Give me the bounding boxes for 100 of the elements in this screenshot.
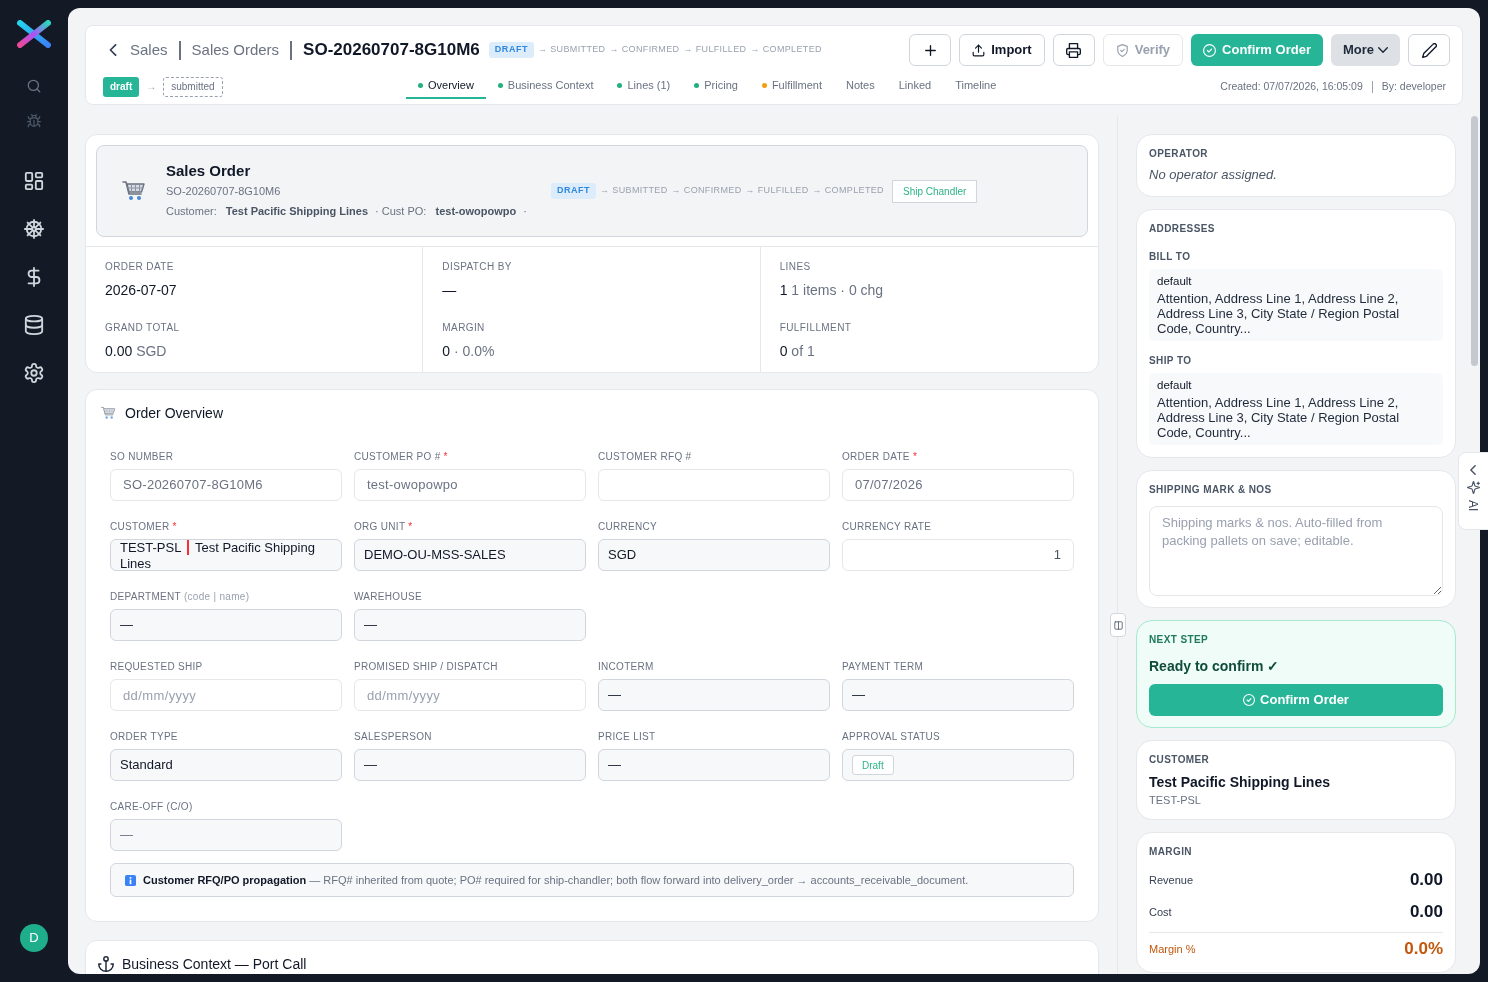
shopping-cart-icon (101, 406, 116, 420)
margin-label: Margin % (1149, 941, 1196, 957)
tab[interactable]: Timeline (943, 74, 1009, 99)
select-field[interactable]: — (110, 819, 342, 851)
dashboard-icon[interactable] (24, 171, 44, 191)
field-label: CUSTOMER PO # * (354, 451, 449, 463)
select-field[interactable]: — (598, 679, 830, 711)
field-label: ORDER TYPE (110, 731, 179, 743)
panel-icon (1113, 620, 1123, 630)
field-label: PAYMENT TERM (842, 661, 925, 673)
stat-label: MARGIN (442, 322, 486, 334)
category-tag: Ship Chandler (891, 179, 978, 203)
stage-chip[interactable]: submitted (163, 76, 223, 97)
check-circle-icon (1243, 694, 1256, 706)
operator-text: No operator assigned. (1149, 166, 1278, 184)
input-field[interactable] (598, 469, 830, 501)
status-step: → FULFILLED (683, 43, 747, 57)
field-label: ORDER DATE * (842, 451, 919, 463)
margin-value: 0.00 (1409, 901, 1443, 924)
field-label: CUSTOMER RFQ # (598, 451, 693, 463)
stat-value: — (442, 281, 458, 299)
card-label: NEXT STEP (1149, 634, 1210, 646)
field-label: PRICE LIST (598, 731, 657, 743)
settings-icon[interactable] (24, 363, 44, 383)
select-field[interactable]: Standard (110, 749, 342, 781)
textarea-field[interactable]: Shipping marks & nos. Auto-filled from packing pallets on save; editable. (1149, 506, 1443, 596)
tab[interactable]: Fulfillment (749, 74, 834, 99)
next-step-text: Ready to confirm ✓ (1149, 657, 1281, 675)
input-field[interactable]: test-owopowpo (354, 469, 586, 501)
author-text: By: developer (1381, 78, 1446, 94)
breadcrumb-link[interactable]: Sales Orders (191, 38, 280, 62)
tab[interactable]: Business Context (485, 74, 606, 99)
logo-icon[interactable] (17, 20, 51, 48)
shopping-cart-icon (122, 180, 146, 202)
chevron-down-icon (1378, 47, 1388, 53)
status-step: → FULFILLED (745, 184, 809, 198)
address-name: default (1157, 274, 1193, 289)
margin-label: Cost (1149, 904, 1172, 920)
user-avatar[interactable]: D (20, 924, 48, 952)
stat-value: 0 of 1 (779, 342, 816, 360)
field-label: ORG UNIT * (354, 521, 414, 533)
margin-value: 0.0% (1404, 938, 1443, 961)
card-label: OPERATOR (1149, 148, 1209, 160)
card-label: CUSTOMER (1149, 754, 1211, 766)
search-icon[interactable] (27, 79, 41, 93)
card-title: Sales Order (166, 161, 252, 181)
status-step: → CONFIRMED (671, 184, 742, 198)
stat-label: GRAND TOTAL (105, 322, 181, 334)
tab[interactable]: Notes (834, 74, 887, 99)
input-field[interactable]: 07/07/2026 (842, 469, 1074, 501)
tab[interactable]: Lines (1) (605, 74, 683, 99)
printer-icon (1066, 42, 1082, 58)
order-number: SO-20260707-8G10M6 (166, 184, 282, 199)
status-badge: DRAFT (488, 42, 534, 58)
select-field[interactable]: SGD (598, 539, 830, 571)
ai-panel-tab[interactable]: AI (1458, 452, 1488, 530)
address-text: Attention, Address Line 1, Address Line 2, Address Line 3, City State / Region Postal Code, Country... (1157, 395, 1401, 440)
section-title: Order Overview (125, 404, 224, 423)
status-badge: DRAFT (550, 183, 597, 199)
status-field[interactable]: Draft (842, 749, 1074, 781)
select-field[interactable]: DEMO-OU-MSS-SALES (354, 539, 586, 571)
field-label: CARE-OFF (C/O) (110, 801, 194, 813)
address-label: SHIP TO (1149, 355, 1193, 367)
import-button[interactable]: Import (959, 34, 1045, 66)
date-field[interactable]: dd/mm/yyyy (110, 679, 342, 711)
status-step: → COMPLETED (812, 184, 884, 198)
address-label: BILL TO (1149, 251, 1192, 263)
select-field[interactable]: — (354, 609, 586, 641)
select-field[interactable]: — (354, 749, 586, 781)
more-button[interactable]: More (1330, 34, 1400, 66)
tab[interactable]: Pricing (682, 74, 750, 99)
edit-button[interactable] (1408, 34, 1450, 66)
select-field[interactable]: — (110, 609, 342, 641)
field-label: DEPARTMENT (code | name) (110, 591, 251, 603)
sparkles-icon (1466, 481, 1480, 494)
breadcrumb-link[interactable]: Sales (130, 38, 168, 62)
chevron-left-icon[interactable] (109, 44, 117, 56)
panel-toggle-button[interactable] (1110, 613, 1126, 637)
select-field[interactable]: — (598, 749, 830, 781)
field-label: CURRENCY RATE (842, 521, 933, 533)
step-arrow: → (146, 80, 157, 94)
ship-wheel-icon[interactable] (24, 219, 44, 239)
scrollbar-thumb[interactable] (1471, 116, 1478, 366)
database-icon[interactable] (24, 315, 44, 335)
field-label: SALESPERSON (354, 731, 433, 743)
select-field[interactable]: — (842, 679, 1074, 711)
print-button[interactable] (1052, 34, 1095, 66)
tab[interactable]: Linked (886, 74, 944, 99)
status-step: → COMPLETED (750, 43, 822, 57)
input-field[interactable]: 1 (842, 539, 1074, 571)
date-field[interactable]: dd/mm/yyyy (354, 679, 586, 711)
input-field[interactable]: SO-20260707-8G10M6 (110, 469, 342, 501)
card-label: SHIPPING MARK & NOS (1149, 484, 1273, 496)
address-name: default (1157, 378, 1193, 393)
page-title: SO-20260707-8G10M6 (303, 39, 480, 62)
field-label: REQUESTED SHIP (110, 661, 204, 673)
lookup-field[interactable]: TEST-PSL Test Pacific Shipping Lines (110, 539, 342, 571)
chevron-left-icon (1470, 465, 1476, 475)
customer-code: TEST-PSL (1149, 793, 1202, 807)
tab[interactable]: Overview (406, 74, 486, 99)
